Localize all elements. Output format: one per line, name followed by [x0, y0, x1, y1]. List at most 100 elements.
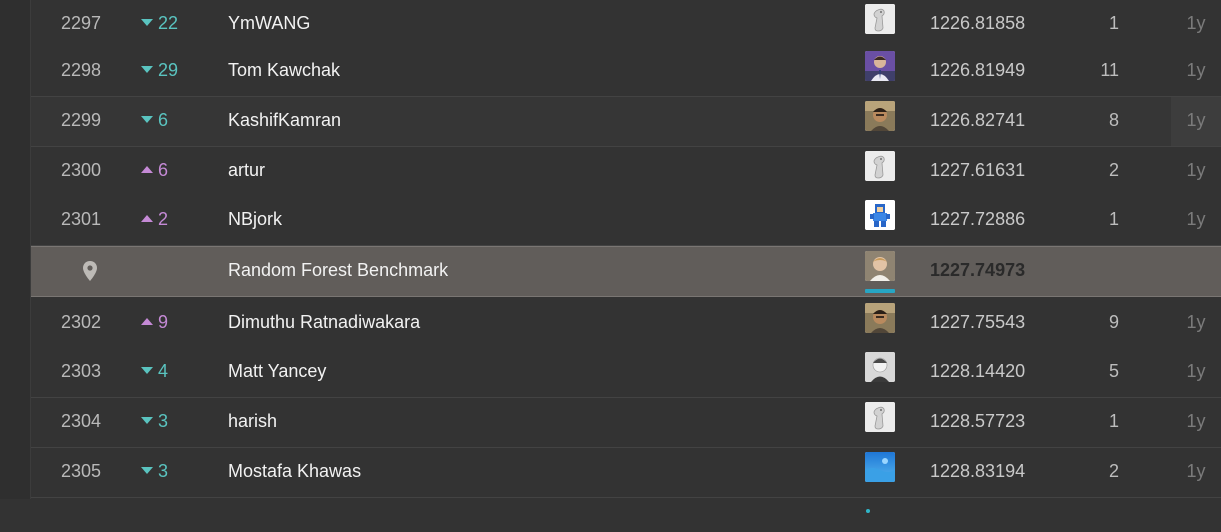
- benchmark-row[interactable]: Random Forest Benchmark 1227.74973: [31, 246, 1221, 297]
- triangle-up-icon: [141, 214, 153, 222]
- last-submission: 1y: [1171, 97, 1221, 146]
- rank-change-value: 9: [158, 312, 169, 332]
- team-avatar[interactable]: [865, 303, 897, 364]
- triangle-down-icon: [141, 366, 153, 374]
- team-name-link[interactable]: Dimuthu Ratnadiwakara: [228, 299, 728, 348]
- score: 1226.82741: [930, 110, 1026, 130]
- leaderboard-row[interactable]: 2302 9 Dimuthu Ratnadiwakara 1227.75543 9 1y: [31, 299, 1221, 364]
- team-avatar[interactable]: [865, 51, 897, 112]
- rank-change-value: 3: [158, 461, 169, 481]
- team-avatar[interactable]: [865, 452, 897, 513]
- entries-count: 1: [1108, 13, 1119, 33]
- leaderboard-table: 2297 22 YmWANG 1226.81858 1 1y 2298 29 Tom Kawc…: [31, 0, 1221, 513]
- team-name-link[interactable]: Mostafa Khawas: [228, 448, 728, 497]
- rank: 2297: [60, 13, 101, 33]
- tier-dots: [866, 234, 878, 261]
- last-submission: 1y: [1186, 411, 1206, 431]
- triangle-up-icon: [141, 165, 153, 173]
- team-avatar[interactable]: [865, 402, 897, 463]
- rank: 2301: [60, 209, 101, 229]
- team-name-link[interactable]: YmWANG: [228, 0, 728, 49]
- avatar-photo-purple: [865, 51, 895, 81]
- leaderboard-row[interactable]: 2297 22 YmWANG 1226.81858 1 1y: [31, 0, 1221, 65]
- avatar-photo-face: [865, 101, 895, 131]
- last-submission: 1y: [1186, 312, 1206, 332]
- tier-dots: [866, 337, 872, 364]
- team-name-link[interactable]: Matt Yancey: [228, 348, 728, 397]
- rank-change-value: 3: [158, 411, 169, 431]
- avatar-goose: [865, 4, 895, 34]
- last-submission: 1y: [1186, 209, 1206, 229]
- team-avatar[interactable]: [865, 101, 897, 162]
- map-pin-icon: [83, 261, 103, 281]
- team-name-link[interactable]: Tom Kawchak: [228, 47, 728, 96]
- leaderboard-row[interactable]: 2304 3 harish 1228.57723 1 1y: [31, 398, 1221, 463]
- last-submission: 1y: [1186, 461, 1206, 481]
- team-avatar[interactable]: [865, 251, 897, 293]
- rank: 2300: [60, 160, 101, 180]
- leaderboard-row[interactable]: 2303 4 Matt Yancey 1228.14420 5 1y: [31, 348, 1221, 413]
- tier-dots: [866, 135, 872, 162]
- rank-change: 3: [141, 448, 201, 497]
- tier-dots: [866, 386, 878, 413]
- tier-dots: [866, 85, 872, 112]
- team-name-link[interactable]: KashifKamran: [228, 97, 728, 146]
- rank: 2302: [60, 312, 101, 332]
- entries-count: 9: [1108, 312, 1119, 332]
- rank-change-value: 22: [158, 13, 179, 33]
- rank: 2298: [60, 60, 101, 80]
- rank-change: 3: [141, 398, 201, 447]
- team-avatar[interactable]: [865, 4, 897, 65]
- leaderboard-row[interactable]: 2300 6 artur 1227.61631 2 1y: [31, 147, 1221, 212]
- leaderboard-row[interactable]: 2301 2 NBjork 1227.72886 1 1y: [31, 196, 1221, 261]
- score: 1227.74973: [930, 260, 1026, 280]
- entries-count: 2: [1108, 461, 1119, 481]
- score: 1227.75543: [930, 312, 1026, 332]
- avatar-photo-water: [865, 452, 895, 482]
- team-avatar[interactable]: [865, 151, 897, 212]
- benchmark-tier-bar: [865, 289, 895, 293]
- rank-change: 6: [141, 147, 201, 196]
- left-gutter: [0, 0, 31, 499]
- rank-change: 29: [141, 47, 201, 96]
- rank-change: 4: [141, 348, 201, 397]
- triangle-up-icon: [141, 317, 153, 325]
- last-submission: 1y: [1186, 60, 1206, 80]
- entries-count: 11: [1100, 60, 1119, 80]
- last-submission: 1y: [1186, 13, 1206, 33]
- tier-dots: [866, 436, 872, 463]
- avatar-pixel-robot: [865, 200, 895, 230]
- rank: 2303: [60, 361, 101, 381]
- entries-count: 2: [1108, 160, 1119, 180]
- benchmark-name[interactable]: Random Forest Benchmark: [228, 247, 728, 296]
- team-avatar[interactable]: [865, 200, 897, 261]
- leaderboard-row[interactable]: 2299 6 KashifKamran 1226.82741 8 1y: [31, 97, 1221, 162]
- rank-change: 2: [141, 196, 201, 245]
- avatar-goose: [865, 402, 895, 432]
- score: 1228.14420: [930, 361, 1026, 381]
- last-submission: 1y: [1186, 361, 1206, 381]
- rank-change-value: 29: [158, 60, 179, 80]
- triangle-down-icon: [141, 466, 153, 474]
- triangle-down-icon: [141, 115, 153, 123]
- score: 1227.72886: [930, 209, 1026, 229]
- score: 1226.81949: [930, 60, 1026, 80]
- tier-dots: [866, 38, 872, 65]
- triangle-down-icon: [141, 65, 153, 73]
- score: 1228.57723: [930, 411, 1026, 431]
- rank-change-value: 2: [158, 209, 169, 229]
- avatar-photo-bw: [865, 352, 895, 382]
- team-avatar[interactable]: [865, 352, 897, 413]
- leaderboard-row[interactable]: 2305 3 Mostafa Khawas 1228.83194 2 1y: [31, 448, 1221, 513]
- team-name-link[interactable]: NBjork: [228, 196, 728, 245]
- entries-count: 1: [1108, 411, 1119, 431]
- leaderboard-row[interactable]: 2298 29 Tom Kawchak 1226.81949 11 1y: [31, 47, 1221, 112]
- score: 1227.61631: [930, 160, 1026, 180]
- team-name-link[interactable]: harish: [228, 398, 728, 447]
- team-name-link[interactable]: artur: [228, 147, 728, 196]
- entries-count: 8: [1108, 110, 1119, 130]
- rank-change-value: 6: [158, 110, 169, 130]
- triangle-down-icon: [141, 416, 153, 424]
- rank: 2305: [60, 461, 101, 481]
- rank: 2299: [60, 110, 101, 130]
